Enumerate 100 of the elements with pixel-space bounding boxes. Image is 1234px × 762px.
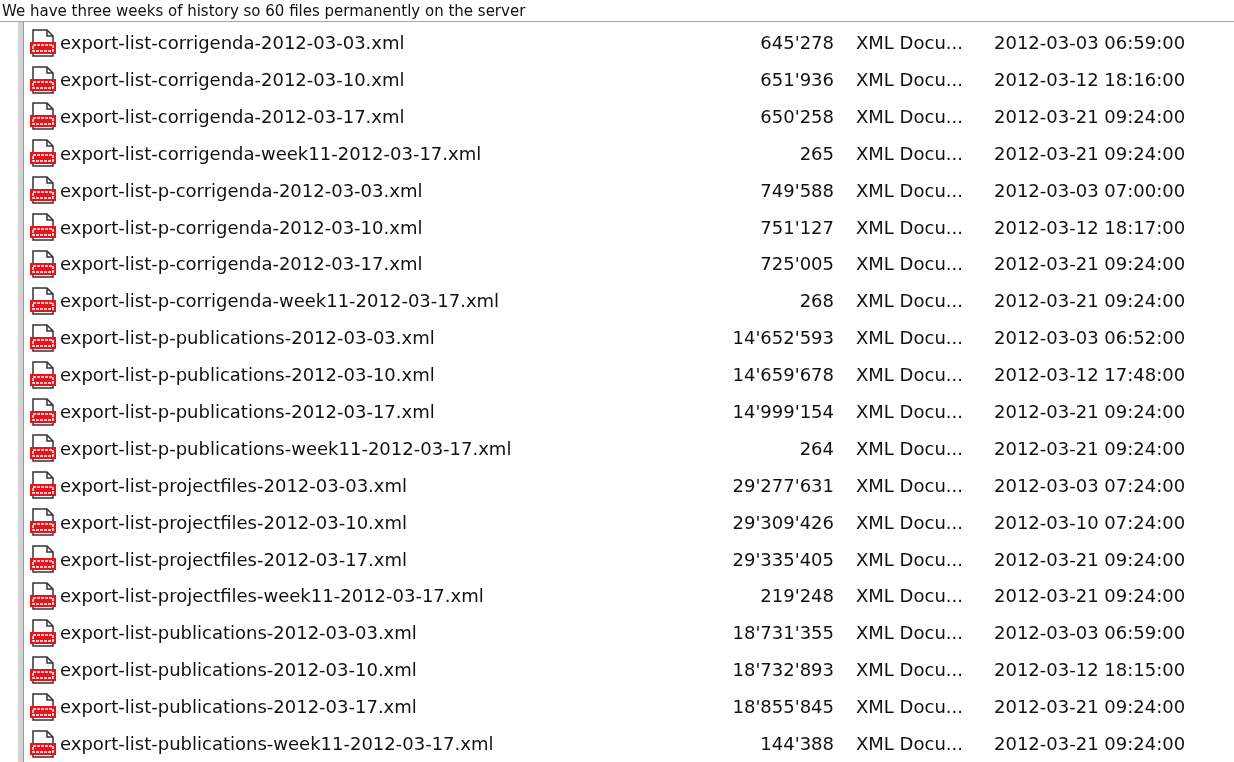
file-size: 264 bbox=[798, 436, 834, 461]
xml-file-icon bbox=[28, 507, 58, 538]
caption-text: We have three weeks of history so 60 files permanently on the server bbox=[2, 1, 526, 22]
file-size: 18'732'893 bbox=[731, 658, 834, 683]
file-type: XML Docu... bbox=[855, 400, 964, 425]
file-date: 2012-03-21 09:24:00 bbox=[994, 732, 1186, 757]
file-date: 2012-03-03 06:59:00 bbox=[994, 621, 1186, 646]
file-name[interactable]: export-list-projectfiles-2012-03-17.xml bbox=[60, 545, 407, 573]
file-date: 2012-03-12 18:17:00 bbox=[994, 215, 1186, 240]
xml-file-icon bbox=[28, 285, 58, 316]
file-size: 29'309'426 bbox=[731, 510, 834, 535]
file-date: 2012-03-21 09:24:00 bbox=[994, 252, 1186, 277]
file-name[interactable]: export-list-publications-2012-03-17.xml bbox=[60, 693, 417, 721]
file-date: 2012-03-12 18:16:00 bbox=[994, 68, 1186, 92]
xml-file-icon bbox=[28, 433, 58, 464]
file-type: XML Docu... bbox=[855, 252, 964, 277]
xml-file-icon bbox=[28, 248, 58, 279]
xml-file-icon bbox=[28, 27, 58, 58]
file-type: XML Docu... bbox=[855, 473, 964, 498]
file-size: 645'278 bbox=[759, 31, 834, 56]
xml-file-icon bbox=[28, 175, 58, 206]
file-date: 2012-03-21 09:24:00 bbox=[994, 547, 1186, 572]
file-name[interactable]: export-list-corrigenda-week11-2012-03-17.xml bbox=[60, 139, 482, 167]
file-type: XML Docu... bbox=[855, 68, 964, 92]
file-name[interactable]: export-list-p-publications-2012-03-17.xml bbox=[60, 398, 435, 426]
file-size: 268 bbox=[798, 289, 834, 314]
file-name[interactable]: export-list-publications-week11-2012-03-17.xml bbox=[60, 730, 494, 758]
file-name[interactable]: export-list-publications-2012-03-10.xml bbox=[60, 656, 417, 684]
file-type: XML Docu... bbox=[855, 104, 964, 129]
xml-file-icon bbox=[28, 654, 58, 685]
xml-file-icon bbox=[28, 212, 58, 243]
xml-file-icon bbox=[28, 396, 58, 427]
file-date: 2012-03-10 07:24:00 bbox=[994, 510, 1186, 535]
file-name[interactable]: export-list-p-publications-2012-03-10.xml bbox=[60, 361, 435, 389]
file-date: 2012-03-03 06:52:00 bbox=[994, 326, 1186, 351]
file-name[interactable]: export-list-projectfiles-2012-03-03.xml bbox=[60, 471, 407, 499]
file-name[interactable]: export-list-p-corrigenda-2012-03-17.xml bbox=[60, 250, 423, 278]
file-type: XML Docu... bbox=[855, 289, 964, 314]
file-name[interactable]: export-list-p-publications-week11-2012-03-17.xml bbox=[60, 434, 512, 462]
file-date: 2012-03-21 09:24:00 bbox=[994, 695, 1186, 720]
file-name[interactable]: export-list-projectfiles-week11-2012-03-17.xml bbox=[60, 582, 484, 610]
xml-file-icon bbox=[28, 101, 58, 132]
file-size: 14'999'154 bbox=[731, 400, 834, 425]
file-size: 650'258 bbox=[759, 104, 834, 129]
file-type: XML Docu... bbox=[855, 436, 964, 461]
file-date: 2012-03-21 09:24:00 bbox=[994, 584, 1186, 609]
file-name[interactable]: export-list-publications-2012-03-03.xml bbox=[60, 619, 417, 647]
file-type: XML Docu... bbox=[855, 363, 964, 388]
file-name[interactable]: export-list-corrigenda-2012-03-10.xml bbox=[60, 66, 405, 93]
file-name[interactable]: export-list-p-corrigenda-week11-2012-03-17.xml bbox=[60, 287, 500, 315]
xml-file-icon bbox=[28, 138, 58, 169]
file-size: 14'652'593 bbox=[731, 326, 834, 351]
file-type: XML Docu... bbox=[855, 141, 964, 166]
file-date: 2012-03-12 17:48:00 bbox=[994, 363, 1186, 388]
file-size: 14'659'678 bbox=[731, 363, 834, 388]
file-date: 2012-03-03 07:24:00 bbox=[994, 473, 1186, 498]
xml-file-icon bbox=[28, 691, 58, 722]
file-size: 265 bbox=[798, 141, 834, 166]
file-date: 2012-03-21 09:24:00 bbox=[994, 104, 1186, 129]
file-type: XML Docu... bbox=[855, 584, 964, 609]
file-type: XML Docu... bbox=[855, 510, 964, 535]
file-name[interactable]: export-list-corrigenda-2012-03-03.xml bbox=[60, 29, 405, 57]
xml-file-icon bbox=[28, 544, 58, 575]
file-type: XML Docu... bbox=[855, 215, 964, 240]
xml-file-icon bbox=[28, 359, 58, 390]
file-name[interactable]: export-list-p-corrigenda-2012-03-03.xml bbox=[60, 176, 423, 204]
file-type: XML Docu... bbox=[855, 326, 964, 351]
file-size: 651'936 bbox=[759, 68, 834, 92]
file-type: XML Docu... bbox=[855, 547, 964, 572]
file-size: 219'248 bbox=[759, 584, 834, 609]
file-size: 29'335'405 bbox=[731, 547, 834, 572]
file-date: 2012-03-12 18:15:00 bbox=[994, 658, 1186, 683]
file-date: 2012-03-03 06:59:00 bbox=[994, 31, 1186, 56]
file-name[interactable]: export-list-p-publications-2012-03-03.xml bbox=[60, 324, 435, 352]
file-type: XML Docu... bbox=[855, 658, 964, 683]
file-size: 18'731'355 bbox=[731, 621, 834, 646]
xml-file-icon bbox=[28, 470, 58, 501]
file-name[interactable]: export-list-p-corrigenda-2012-03-10.xml bbox=[60, 213, 423, 241]
file-date: 2012-03-21 09:24:00 bbox=[994, 289, 1186, 314]
xml-file-icon bbox=[28, 728, 58, 759]
file-name[interactable]: export-list-corrigenda-2012-03-17.xml bbox=[60, 102, 405, 130]
file-name[interactable]: export-list-projectfiles-2012-03-10.xml bbox=[60, 508, 407, 536]
file-size: 29'277'631 bbox=[731, 473, 834, 498]
file-size: 749'588 bbox=[759, 178, 834, 203]
file-size: 144'388 bbox=[759, 732, 834, 757]
file-type: XML Docu... bbox=[855, 31, 964, 56]
file-size: 18'855'845 bbox=[731, 695, 834, 720]
xml-file-icon bbox=[28, 581, 58, 611]
xml-file-icon bbox=[28, 64, 58, 95]
file-type: XML Docu... bbox=[855, 621, 964, 646]
file-date: 2012-03-21 09:24:00 bbox=[994, 400, 1186, 425]
file-type: XML Docu... bbox=[855, 178, 964, 203]
file-type: XML Docu... bbox=[855, 732, 964, 757]
file-date: 2012-03-03 07:00:00 bbox=[994, 178, 1186, 203]
file-date: 2012-03-21 09:24:00 bbox=[994, 436, 1186, 461]
xml-file-icon bbox=[28, 617, 58, 648]
file-type: XML Docu... bbox=[855, 695, 964, 720]
file-size: 751'127 bbox=[759, 215, 834, 240]
file-size: 725'005 bbox=[759, 252, 834, 277]
file-date: 2012-03-21 09:24:00 bbox=[994, 141, 1186, 166]
